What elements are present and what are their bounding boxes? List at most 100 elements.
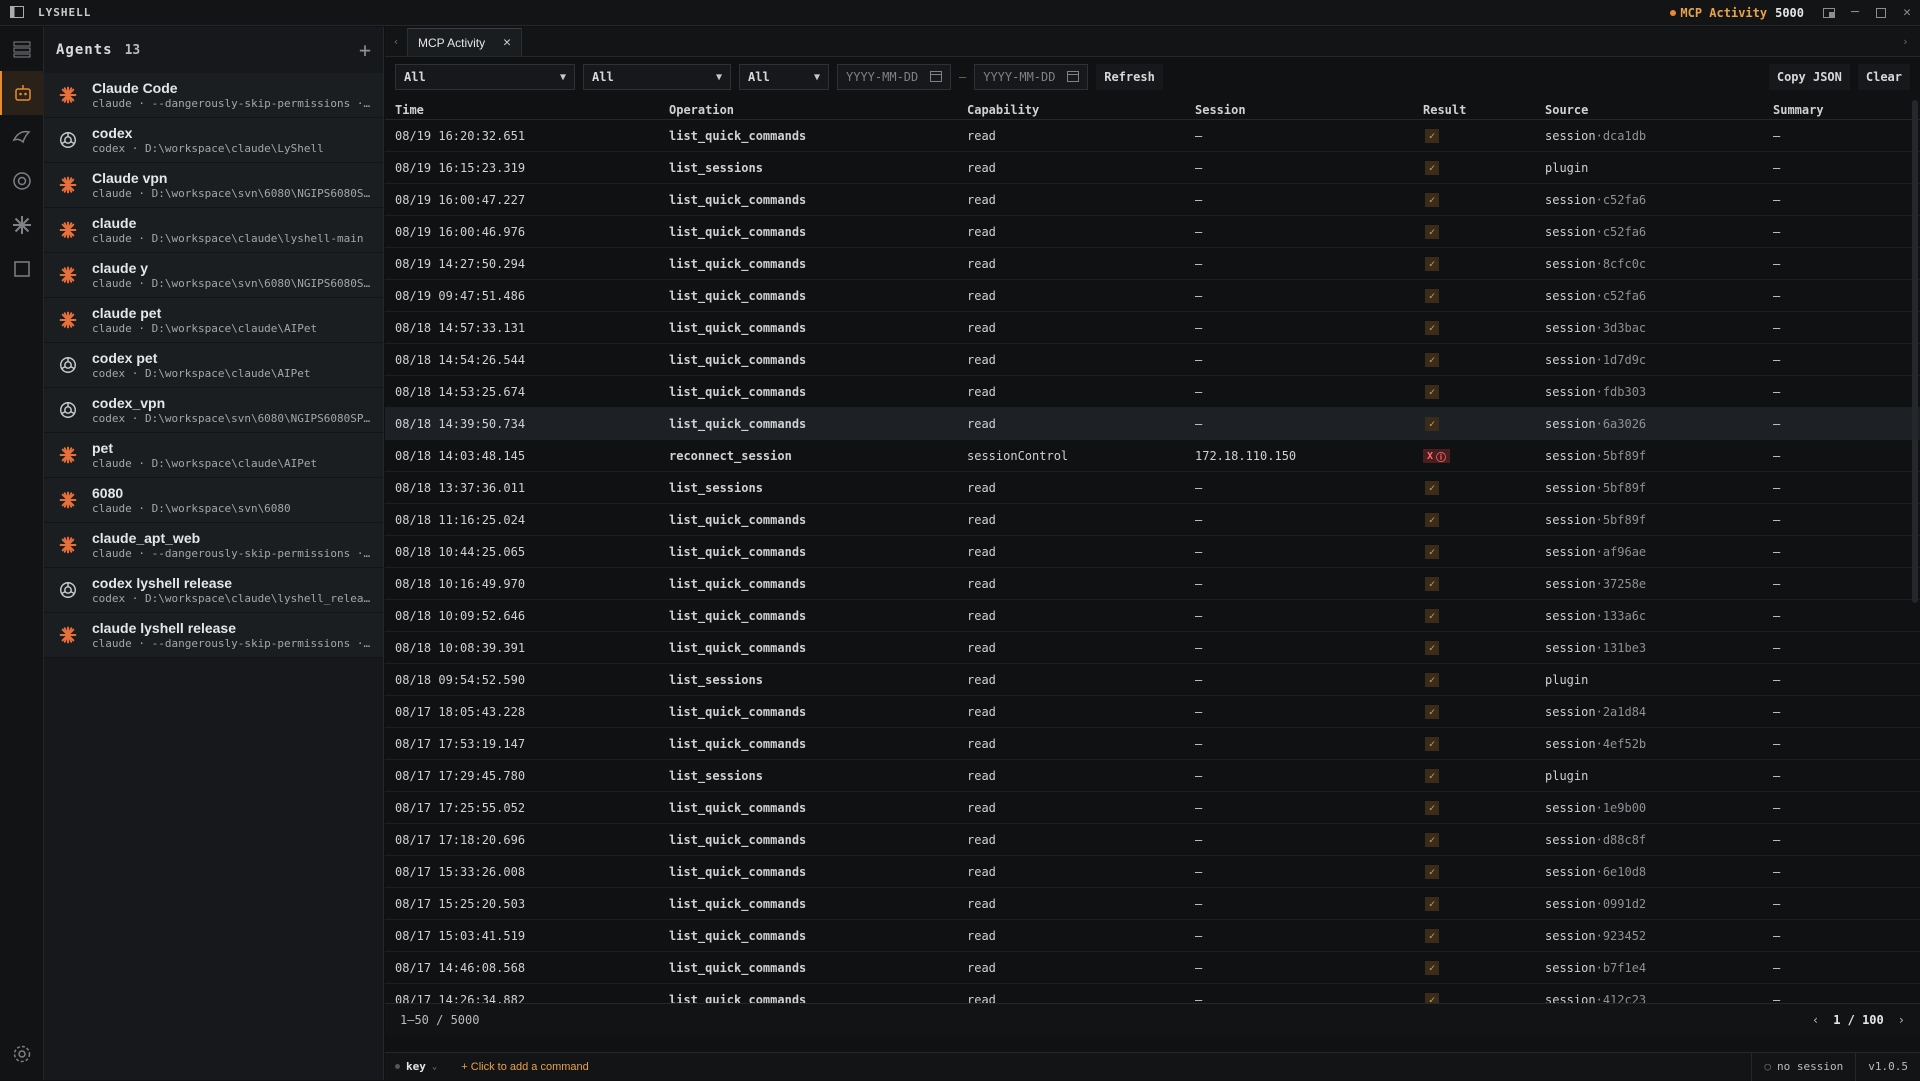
table-row[interactable]: 08/18 14:53:25.674 list_quick_commands rea…	[385, 376, 1920, 408]
table-row[interactable]: 08/19 14:27:50.294 list_quick_commands rea…	[385, 248, 1920, 280]
cell-capability: read	[967, 352, 996, 367]
table-row[interactable]: 08/17 17:18:20.696 list_quick_commands rea…	[385, 824, 1920, 856]
minimize-icon[interactable]: ─	[1842, 0, 1868, 26]
agent-item[interactable]: Claude vpn claude · D:\workspace\svn\6080…	[44, 163, 383, 208]
prev-page-icon[interactable]: ‹	[1812, 1013, 1819, 1027]
tab-mcp-activity[interactable]: MCP Activity ✕	[407, 28, 522, 56]
table-row[interactable]: 08/17 17:29:45.780 list_sessions read – ✓ plu…	[385, 760, 1920, 792]
table-row[interactable]: 08/18 10:08:39.391 list_quick_commands rea…	[385, 632, 1920, 664]
tab-scroll-right-icon[interactable]: ›	[1902, 26, 1920, 56]
agent-item[interactable]: codex codex · D:\workspace\claude\LyShell	[44, 118, 383, 163]
maximize-icon[interactable]	[1868, 0, 1894, 26]
table-row[interactable]: 08/18 11:16:25.024 list_quick_commands rea…	[385, 504, 1920, 536]
cell-result: ✓	[1423, 864, 1545, 880]
snippets-nav-icon[interactable]	[0, 115, 44, 159]
files-nav-icon[interactable]	[0, 247, 44, 291]
table-row[interactable]: 08/17 15:25:20.503 list_quick_commands rea…	[385, 888, 1920, 920]
copy-json-button[interactable]: Copy JSON	[1768, 64, 1850, 90]
table-row[interactable]: 08/19 16:00:46.976 list_quick_commands rea…	[385, 216, 1920, 248]
date-from-field[interactable]: YYYY-MM-DD	[837, 64, 951, 90]
capability-filter-select[interactable]: All ▼	[583, 64, 731, 90]
source-separator: ·	[1595, 416, 1603, 431]
date-to-field[interactable]: YYYY-MM-DD	[974, 64, 1089, 90]
table-row[interactable]: 08/17 17:53:19.147 list_quick_commands rea…	[385, 728, 1920, 760]
calendar-icon[interactable]	[1067, 70, 1080, 85]
table-row[interactable]: 08/19 16:15:23.319 list_sessions read – ✓ plu…	[385, 152, 1920, 184]
agent-item[interactable]: claude lyshell release claude · --dangero…	[44, 613, 383, 658]
cell-operation: list_sessions	[669, 672, 763, 687]
cell-source: session·5bf89f	[1545, 481, 1773, 495]
agent-item[interactable]: pet claude · D:\workspace\claude\AIPet	[44, 433, 383, 478]
agent-item[interactable]: codex pet codex · D:\workspace\claude\AIP…	[44, 343, 383, 388]
mcp-activity-indicator[interactable]: MCP Activity 5000	[1658, 6, 1816, 20]
table-row[interactable]: 08/17 18:05:43.228 list_quick_commands rea…	[385, 696, 1920, 728]
table-row[interactable]: 08/18 09:54:52.590 list_sessions read – ✓ plu…	[385, 664, 1920, 696]
agent-item[interactable]: codex lyshell release codex · D:\workspac…	[44, 568, 383, 613]
key-selector[interactable]: key ⌄	[385, 1060, 447, 1073]
error-badge[interactable]: Xⓘ	[1423, 449, 1451, 464]
claude-nav-icon[interactable]	[0, 203, 44, 247]
sidebar-toggle-icon[interactable]	[10, 3, 24, 22]
table-row[interactable]: 08/18 14:39:50.734 list_quick_commands rea…	[385, 408, 1920, 440]
col-operation[interactable]: Operation	[669, 103, 967, 117]
agents-nav-icon[interactable]	[0, 71, 44, 115]
clear-button[interactable]: Clear	[1857, 64, 1910, 90]
calendar-icon[interactable]	[930, 70, 942, 85]
table-row[interactable]: 08/19 16:20:32.651 list_quick_commands rea…	[385, 120, 1920, 152]
agent-item[interactable]: codex_vpn codex · D:\workspace\svn\6080\N…	[44, 388, 383, 433]
agent-item[interactable]: claude_apt_web claude · --dangerously-ski…	[44, 523, 383, 568]
cell-summary: –	[1773, 160, 1781, 175]
cell-result: ✓	[1423, 736, 1545, 752]
agent-item[interactable]: Claude Code claude · --dangerously-skip-p…	[44, 73, 383, 118]
col-result[interactable]: Result	[1423, 103, 1545, 117]
source-type: session	[1545, 224, 1596, 239]
agent-item[interactable]: claude pet claude · D:\workspace\claude\A…	[44, 298, 383, 343]
table-row[interactable]: 08/17 17:25:55.052 list_quick_commands rea…	[385, 792, 1920, 824]
table-scrollbar[interactable]	[1912, 100, 1918, 603]
result-filter-select[interactable]: All ▼	[739, 64, 829, 90]
window-menu-icon[interactable]	[1816, 0, 1842, 26]
table-row[interactable]: 08/17 15:33:26.008 list_quick_commands rea…	[385, 856, 1920, 888]
agent-item[interactable]: claude claude · D:\workspace\claude\lyshe…	[44, 208, 383, 253]
col-source[interactable]: Source	[1545, 103, 1773, 117]
cell-summary: –	[1773, 800, 1781, 815]
col-time[interactable]: Time	[385, 103, 669, 117]
agent-name: claude lyshell release	[92, 620, 236, 636]
refresh-button[interactable]: Refresh	[1096, 64, 1163, 90]
sessions-nav-icon[interactable]	[0, 27, 44, 71]
source-separator: ·	[1595, 480, 1603, 495]
operation-filter-select[interactable]: All ▼	[395, 64, 575, 90]
close-tab-icon[interactable]: ✕	[503, 35, 511, 50]
agent-name: pet	[92, 440, 113, 456]
agent-item[interactable]: 6080 claude · D:\workspace\svn\6080	[44, 478, 383, 523]
col-summary[interactable]: Summary	[1773, 103, 1913, 117]
openai-nav-icon[interactable]	[0, 159, 44, 203]
table-row[interactable]: 08/18 14:03:48.145 reconnect_session sessi…	[385, 440, 1920, 472]
table-row[interactable]: 08/18 10:44:25.065 list_quick_commands rea…	[385, 536, 1920, 568]
source-separator: ·	[1595, 800, 1603, 815]
add-command-button[interactable]: + Click to add a command	[447, 1061, 588, 1073]
table-row[interactable]: 08/18 10:09:52.646 list_quick_commands rea…	[385, 600, 1920, 632]
col-session[interactable]: Session	[1195, 103, 1423, 117]
cell-capability: read	[967, 128, 996, 143]
agent-item[interactable]: claude y claude · D:\workspace\svn\6080\N…	[44, 253, 383, 298]
table-row[interactable]: 08/18 14:54:26.544 list_quick_commands rea…	[385, 344, 1920, 376]
table-row[interactable]: 08/17 15:03:41.519 list_quick_commands rea…	[385, 920, 1920, 952]
close-window-icon[interactable]: ✕	[1894, 0, 1920, 26]
add-agent-button[interactable]: +	[359, 38, 371, 62]
col-capability[interactable]: Capability	[967, 103, 1195, 117]
cell-source: session·1e9b00	[1545, 801, 1773, 815]
agent-command: codex · D:\workspace\claude\LyShell	[92, 142, 324, 155]
next-page-icon[interactable]: ›	[1898, 1013, 1905, 1027]
table-row[interactable]: 08/19 09:47:51.486 list_quick_commands rea…	[385, 280, 1920, 312]
tab-scroll-left-icon[interactable]: ‹	[385, 26, 407, 56]
settings-icon[interactable]	[0, 1034, 44, 1074]
table-row[interactable]: 08/17 14:46:08.568 list_quick_commands rea…	[385, 952, 1920, 984]
agent-command: claude · D:\workspace\svn\6080\NGIPS6080…	[92, 277, 372, 290]
table-row[interactable]: 08/18 14:57:33.131 list_quick_commands rea…	[385, 312, 1920, 344]
table-row[interactable]: 08/18 10:16:49.970 list_quick_commands rea…	[385, 568, 1920, 600]
table-row[interactable]: 08/18 13:37:36.011 list_sessions read – ✓ ses…	[385, 472, 1920, 504]
table-row[interactable]: 08/19 16:00:47.227 list_quick_commands rea…	[385, 184, 1920, 216]
table-row[interactable]: 08/17 14:26:34.882 list_quick_commands rea…	[385, 984, 1920, 1003]
source-type: session	[1545, 192, 1596, 207]
